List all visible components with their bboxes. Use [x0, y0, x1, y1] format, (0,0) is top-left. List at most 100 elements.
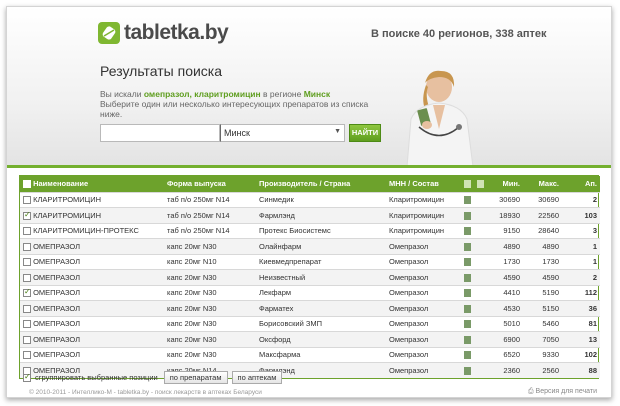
cell-name[interactable]: ОМЕПРАЗОЛ — [20, 269, 164, 285]
note-icon[interactable] — [464, 196, 471, 205]
row-checkbox[interactable] — [23, 351, 31, 360]
cell-count: 103 — [562, 207, 600, 223]
cell-count: 1 — [562, 253, 600, 270]
note-icon[interactable] — [464, 351, 471, 360]
cell-count: 112 — [562, 284, 600, 301]
row-checkbox[interactable] — [23, 196, 31, 205]
row-checkbox[interactable] — [23, 287, 31, 298]
drug-name: ОМЕПРАЗОЛ — [33, 288, 81, 298]
cell-min: 6900 — [487, 331, 523, 347]
note-icon[interactable] — [464, 304, 471, 313]
col-max-header[interactable]: Макс. — [523, 176, 562, 192]
cell-count: 88 — [562, 362, 600, 378]
cell-max: 28640 — [523, 222, 562, 239]
drug-name: ОМЕПРАЗОЛ — [33, 272, 81, 282]
cell-maker: Максфарма — [256, 346, 386, 363]
note-icon — [464, 180, 471, 189]
cell-count: 36 — [562, 300, 600, 316]
col-name-header[interactable]: Наименование — [20, 176, 164, 192]
row-checkbox[interactable] — [23, 335, 31, 344]
table-row[interactable]: ОМЕПРАЗОЛ капс 20мг N30ЛекфармОмепразол 44… — [20, 284, 600, 301]
note-icon[interactable] — [464, 367, 471, 375]
note-icon[interactable] — [464, 335, 471, 344]
drug-name: КЛАРИТРОМИЦИН — [33, 195, 102, 205]
print-version-link[interactable]: ⎙ Версия для печати — [528, 388, 597, 396]
cell-name[interactable]: ОМЕПРАЗОЛ — [20, 331, 164, 347]
note-icon[interactable] — [464, 289, 471, 298]
col-min-header[interactable]: Мин. — [487, 176, 523, 192]
note-icon[interactable] — [464, 227, 471, 236]
by-drugs-button[interactable]: по препаратам — [163, 371, 228, 384]
cell-form: таб п/о 250мг N14 — [164, 222, 256, 239]
drug-name: ОМЕПРАЗОЛ — [33, 334, 81, 344]
cell-maker: Олайнфарм — [256, 238, 386, 254]
select-all-checkbox[interactable] — [23, 180, 31, 189]
cell-doc — [474, 207, 487, 223]
cell-maker: Протекс Биосистемс — [256, 222, 386, 239]
row-checkbox[interactable] — [23, 210, 31, 220]
cell-name[interactable]: ОМЕПРАЗОЛ — [20, 300, 164, 316]
cell-min: 4590 — [487, 269, 523, 285]
cell-name[interactable]: ОМЕПРАЗОЛ — [20, 346, 164, 363]
table-row[interactable]: ОМЕПРАЗОЛ капс 20мг N30 Фарматех Омепразол 4… — [20, 300, 600, 316]
cell-inn: Омепразол — [386, 362, 461, 378]
cell-count: 2 — [562, 191, 600, 208]
find-button[interactable]: НАЙТИ — [349, 124, 381, 142]
row-checkbox[interactable] — [23, 258, 31, 267]
cell-name[interactable]: ОМЕПРАЗОЛ — [20, 238, 164, 254]
logo[interactable]: tabletka.by — [98, 21, 229, 45]
cell-min: 1730 — [487, 253, 523, 270]
cell-note — [461, 207, 474, 223]
note-icon[interactable] — [464, 273, 471, 282]
cell-maker: Фарматех — [256, 300, 386, 316]
table-header-row: Наименование Форма выпуска Производитель… — [20, 176, 600, 192]
note-icon[interactable] — [464, 211, 471, 220]
table-row[interactable]: ОМЕПРАЗОЛ капс 20мг N30 Неизвестный Омепраз… — [20, 269, 600, 285]
cell-doc — [474, 315, 487, 332]
table-row[interactable]: ОМЕПРАЗОЛ капс 20мг N10 Киевмедпрепарат Оме… — [20, 253, 600, 270]
cell-note — [461, 284, 474, 301]
search-input[interactable] — [100, 124, 220, 142]
cell-name[interactable]: ОМЕПРАЗОЛ — [20, 315, 164, 332]
note-icon[interactable] — [464, 258, 471, 267]
cell-doc — [474, 362, 487, 378]
row-checkbox[interactable] — [23, 242, 31, 251]
cell-name[interactable]: ОМЕПРАЗОЛ — [20, 284, 164, 301]
row-checkbox[interactable] — [23, 227, 31, 236]
col-form-header[interactable]: Форма выпуска — [164, 176, 256, 192]
cell-maker: Фармлэнд — [256, 207, 386, 223]
table-row[interactable]: КЛАРИТРОМИЦИН таб п/о 250мг N14 Синмедик Кл… — [20, 191, 600, 208]
drug-name: КЛАРИТРОМИЦИН-ПРОТЕКС — [33, 226, 139, 236]
cell-max: 9330 — [523, 346, 562, 363]
cell-maker: Киевмедпрепарат — [256, 253, 386, 270]
table-row[interactable]: КЛАРИТРОМИЦИН таб п/о 250мг N14ФармлэндКл… — [20, 207, 600, 223]
cell-note — [461, 222, 474, 239]
search-description: Вы искали омепразол, кларитромицин в рег… — [100, 89, 390, 119]
group-checkbox[interactable] — [23, 372, 31, 382]
copyright: © 2010-2011 - Интеллико-М - tabletka.by … — [29, 389, 262, 396]
col-count-header[interactable]: Ап. — [562, 176, 600, 192]
desc-region: Минск — [303, 89, 331, 99]
note-icon[interactable] — [464, 242, 471, 251]
cell-name[interactable]: КЛАРИТРОМИЦИН — [20, 207, 164, 223]
cell-name[interactable]: ОМЕПРАЗОЛ — [20, 253, 164, 270]
cell-name[interactable]: КЛАРИТРОМИЦИН-ПРОТЕКС — [20, 222, 164, 239]
table-row[interactable]: ОМЕПРАЗОЛ капс 20мг N30 Максфарма Омепразол… — [20, 346, 600, 363]
table-row[interactable]: ОМЕПРАЗОЛ капс 20мг N30 Оксфорд Омепразол 69… — [20, 331, 600, 347]
region-select[interactable]: Минск ▼ — [220, 124, 345, 142]
row-checkbox[interactable] — [23, 320, 31, 329]
col-inn-header[interactable]: МНН / Состав — [386, 176, 461, 192]
region-select-value: Минск — [224, 128, 250, 138]
row-checkbox[interactable] — [23, 304, 31, 313]
cell-max: 5460 — [523, 315, 562, 332]
row-checkbox[interactable] — [23, 273, 31, 282]
table-row[interactable]: КЛАРИТРОМИЦИН-ПРОТЕКС таб п/о 250мг N14 Пр… — [20, 222, 600, 239]
table-row[interactable]: ОМЕПРАЗОЛ капс 20мг N30 Олайнфарм Омепразол… — [20, 238, 600, 254]
col-maker-header[interactable]: Производитель / Страна — [256, 176, 386, 192]
cell-name[interactable]: КЛАРИТРОМИЦИН — [20, 191, 164, 208]
by-pharmacies-button[interactable]: по аптекам — [231, 371, 283, 384]
table-row[interactable]: ОМЕПРАЗОЛ капс 20мг N30 Борисовский ЗМП Оме… — [20, 315, 600, 332]
cell-min: 18930 — [487, 207, 523, 223]
note-icon[interactable] — [464, 320, 471, 329]
printer-icon: ⎙ — [527, 388, 534, 395]
